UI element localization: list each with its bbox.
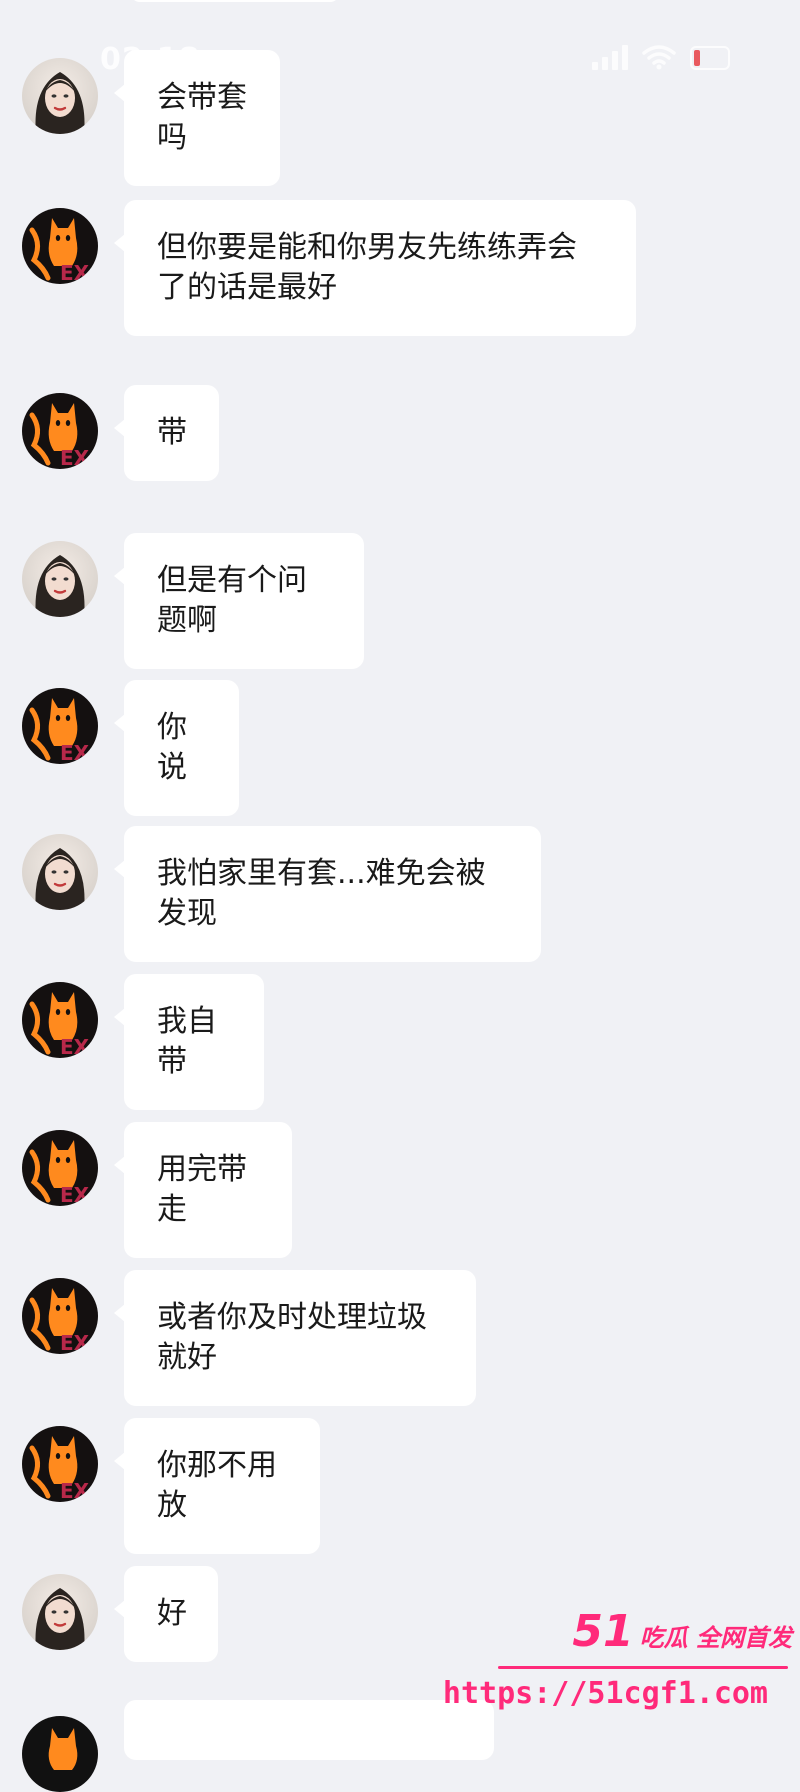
avatar-cat[interactable]: EX	[22, 1426, 98, 1502]
message-bubble[interactable]: 你说	[114, 680, 239, 816]
avatar-girl[interactable]	[22, 834, 98, 910]
avatar-cat[interactable]: EX	[22, 208, 98, 284]
avatar-girl[interactable]	[22, 58, 98, 134]
avatar-cat[interactable]	[22, 1716, 98, 1792]
signal-icon	[592, 44, 628, 70]
avatar-girl[interactable]	[22, 541, 98, 617]
message-bubble[interactable]: 会带套吗	[114, 50, 280, 186]
message-bubble[interactable]: 但是有个问题啊	[114, 533, 364, 669]
avatar-girl[interactable]	[22, 1574, 98, 1650]
status-icons	[592, 44, 730, 70]
message-bubble[interactable]: 用完带走	[114, 1122, 292, 1258]
svg-text:EX: EX	[60, 446, 90, 469]
message-bubble[interactable]: 或者你及时处理垃圾就好	[114, 1270, 476, 1406]
avatar-cat[interactable]: EX	[22, 688, 98, 764]
watermark-underline	[498, 1666, 788, 1669]
svg-text:EX: EX	[60, 1035, 90, 1058]
site-watermark: 51 吃瓜 全网首发 https://51cgf1.com	[443, 1606, 792, 1726]
message-bubble[interactable]: 我自带	[114, 974, 264, 1110]
avatar-cat[interactable]: EX	[22, 1130, 98, 1206]
watermark-number: 51	[572, 1606, 634, 1657]
wifi-icon	[642, 45, 676, 70]
battery-icon	[690, 46, 730, 70]
watermark-tagline: 吃瓜 全网首发	[639, 1624, 792, 1652]
message-bubble[interactable]: 好	[114, 1566, 218, 1662]
avatar-cat[interactable]: EX	[22, 982, 98, 1058]
message-bubble[interactable]: 你那不用放	[114, 1418, 320, 1554]
message-bubble[interactable]: 但你要是能和你男友先练练弄会了的话是最好	[114, 200, 636, 336]
watermark-brand: 51 吃瓜 全网首发	[572, 1606, 792, 1657]
message-bubble[interactable]: 带	[114, 385, 219, 481]
avatar-cat[interactable]: EX	[22, 393, 98, 469]
svg-text:EX: EX	[60, 261, 90, 284]
svg-text:EX: EX	[60, 1183, 90, 1206]
previous-message-bubble	[130, 0, 340, 2]
avatar-cat[interactable]: EX	[22, 1278, 98, 1354]
svg-text:EX: EX	[60, 1331, 90, 1354]
watermark-url: https://51cgf1.com	[442, 1676, 768, 1711]
next-message-bubble	[124, 1700, 494, 1760]
svg-text:EX: EX	[60, 741, 90, 764]
message-bubble[interactable]: 我怕家里有套...难免会被发现	[114, 826, 541, 962]
svg-text:EX: EX	[60, 1479, 90, 1502]
